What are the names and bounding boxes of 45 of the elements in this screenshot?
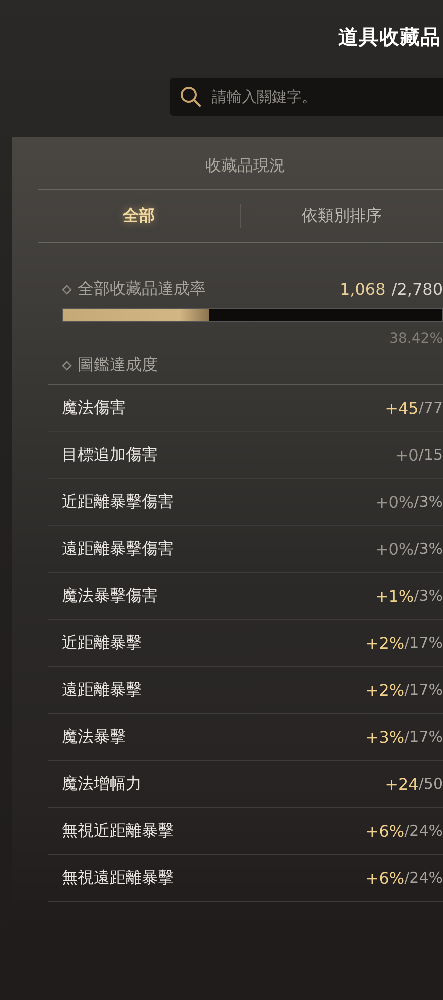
stat-name: 近距離暴擊 xyxy=(62,632,143,654)
stat-bonus: +45 xyxy=(385,398,419,418)
codex-label: 圖鑑達成度 xyxy=(78,355,159,376)
stat-max: /3% xyxy=(414,493,443,511)
stat-name: 魔法增幅力 xyxy=(62,774,143,794)
stat-name: 目標追加傷害 xyxy=(62,444,159,466)
collected-count: 1,068 xyxy=(340,280,386,299)
diamond-icon xyxy=(62,284,72,294)
stat-bonus: +2% xyxy=(366,680,405,700)
stat-name: 近距離暴擊傷害 xyxy=(62,492,175,512)
stat-bonus: +0% xyxy=(375,540,414,558)
stat-max: /15 xyxy=(418,446,443,464)
stat-bonus: +1% xyxy=(375,586,414,606)
stat-name: 魔法暴擊 xyxy=(62,726,127,748)
stat-name: 無視近距離暴擊 xyxy=(62,820,175,842)
tab[interactable]: 全部 xyxy=(38,190,240,242)
stat-name: 遠距離暴擊傷害 xyxy=(62,538,175,560)
page-title: 道具收藏品 xyxy=(338,24,441,51)
tab[interactable]: 依類別排序 xyxy=(241,190,443,242)
stat-bonus: +3% xyxy=(366,728,405,746)
stat-max: /17% xyxy=(404,728,443,746)
search-field[interactable]: 請輸入關鍵字。 xyxy=(170,78,443,116)
stat-bonus: +6% xyxy=(366,822,405,840)
percent-text: 38.42% xyxy=(390,331,443,347)
total-count: /2,780 xyxy=(392,280,443,299)
stat-max: /50 xyxy=(418,775,443,793)
stat-bonus: +24 xyxy=(385,774,419,794)
stat-max: /77 xyxy=(418,399,443,417)
stat-max: /17% xyxy=(404,634,443,652)
stat-max: /24% xyxy=(404,869,443,887)
stat-name: 遠距離暴擊 xyxy=(62,680,143,700)
stat-bonus: +2% xyxy=(366,634,405,652)
stat-name: 魔法傷害 xyxy=(62,398,127,418)
diamond-icon xyxy=(62,360,72,370)
stat-bonus: +0% xyxy=(375,492,414,512)
stat-max: /3% xyxy=(414,540,443,558)
stat-max: /24% xyxy=(404,822,443,840)
overall-label: 全部收藏品達成率 xyxy=(78,279,207,300)
stat-name: 無視遠距離暴擊 xyxy=(62,868,175,888)
stat-name: 魔法暴擊傷害 xyxy=(62,586,159,606)
stat-bonus: +0 xyxy=(395,446,419,464)
stat-max: /3% xyxy=(414,587,443,605)
stat-max: /17% xyxy=(404,681,443,699)
panel-title: 收藏品現況 xyxy=(206,156,286,175)
stat-bonus: +6% xyxy=(366,868,405,888)
